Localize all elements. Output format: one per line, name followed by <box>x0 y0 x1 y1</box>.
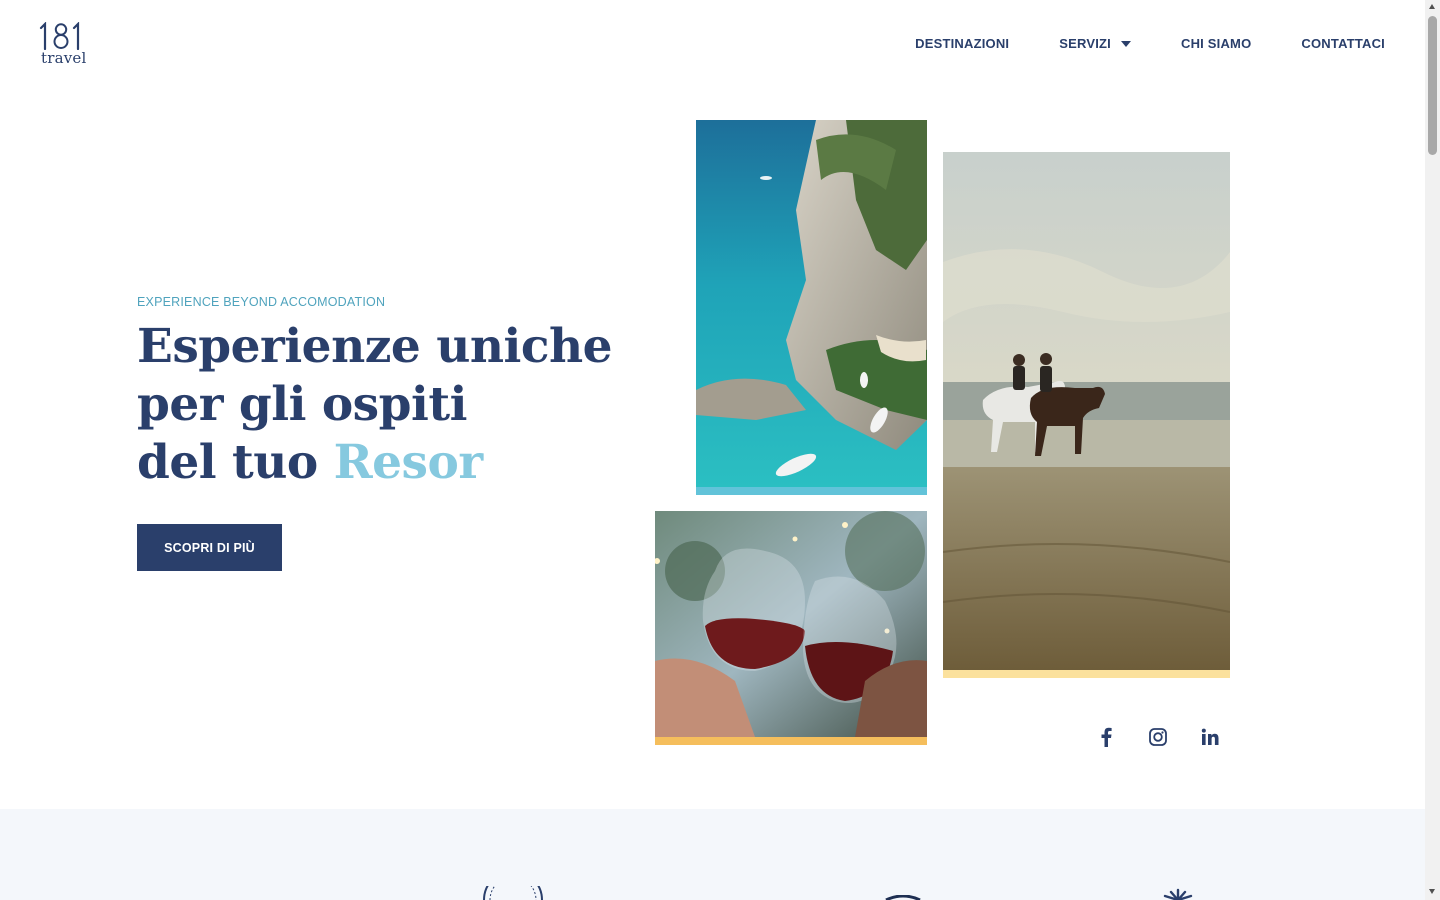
nav-destinazioni[interactable]: DESTINAZIONI <box>915 35 1009 53</box>
scroll-thumb[interactable] <box>1428 16 1437 155</box>
nav-label: CHI SIAMO <box>1180 36 1252 51</box>
main-nav: DESTINAZIONI SERVIZI CHI SIAMO CONTATTAC… <box>915 35 1385 53</box>
discover-more-button[interactable]: SCOPRI DI PIÙ <box>137 524 282 571</box>
partners-section <box>0 809 1425 900</box>
hero-title-line-2: per gli ospiti <box>137 377 467 432</box>
coast-photo-accent <box>696 487 927 495</box>
wine-photo-accent <box>655 737 927 745</box>
wine-toast-photo <box>655 511 927 737</box>
scroll-down-arrow-icon[interactable] <box>1429 889 1435 894</box>
nav-label: DESTINAZIONI <box>915 36 1010 51</box>
nav-chi-siamo[interactable]: CHI SIAMO <box>1181 35 1251 53</box>
partner-logo-3 <box>1163 888 1193 900</box>
hero-title-line-1: Esperienze uniche <box>137 319 613 374</box>
facebook-icon[interactable] <box>1094 725 1118 749</box>
hero-typed-word: Resor <box>333 435 484 490</box>
caret-down-icon <box>1120 41 1131 47</box>
coast-photo <box>696 120 927 487</box>
hero-title-prefix: del tuo <box>137 435 334 490</box>
hero-title: Esperienze uniche per gli ospiti del tuo… <box>137 318 613 492</box>
partner-logo-1 <box>483 886 543 900</box>
horse-photo-accent <box>943 670 1230 678</box>
instagram-icon[interactable] <box>1146 725 1170 749</box>
partner-logo-2 <box>885 895 921 900</box>
scroll-up-arrow-icon[interactable] <box>1429 4 1435 9</box>
horse-beach-photo <box>943 152 1230 670</box>
hero-eyebrow: EXPERIENCE BEYOND ACCOMODATION <box>137 295 386 309</box>
logo-mark-181 <box>39 22 80 50</box>
nav-label: CONTATTACI <box>1301 36 1385 51</box>
page-scrollbar[interactable] <box>1425 0 1440 900</box>
nav-label: SERVIZI <box>1059 36 1111 51</box>
nav-servizi[interactable]: SERVIZI <box>1059 35 1131 53</box>
page: travel DESTINAZIONI SERVIZI CHI SIAMO CO… <box>0 0 1425 900</box>
social-links <box>1094 725 1222 749</box>
logo-text: travel <box>41 49 87 67</box>
site-logo[interactable]: travel <box>38 22 88 68</box>
linkedin-icon[interactable] <box>1198 725 1222 749</box>
nav-contattaci[interactable]: CONTATTACI <box>1301 35 1385 53</box>
hero-title-line-3: del tuo Resor <box>137 434 612 492</box>
